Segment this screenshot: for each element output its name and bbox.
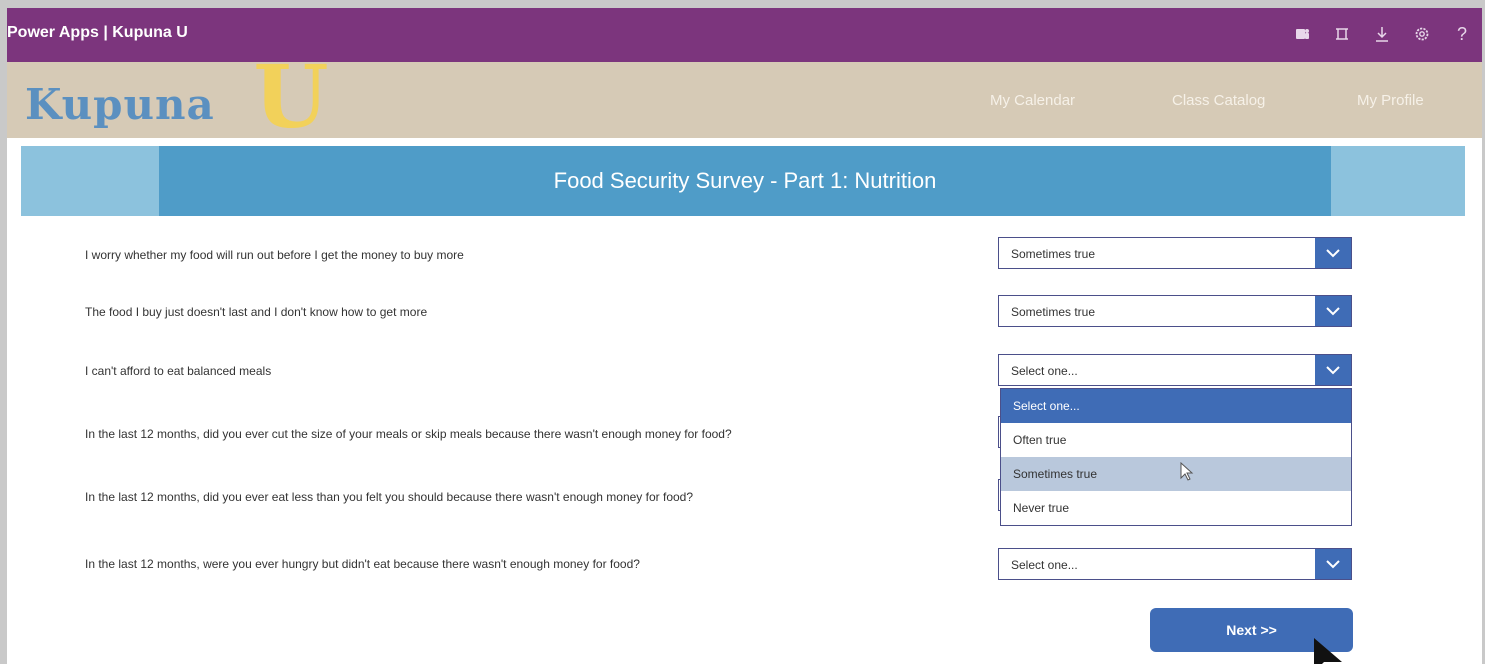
app-title: Power Apps | Kupuna U [7, 24, 188, 41]
question-6: In the last 12 months, were you ever hun… [85, 557, 640, 571]
app-header: U Kupuna My Calendar Class Catalog My Pr… [7, 55, 1482, 141]
question-3: I can't afford to eat balanced meals [85, 364, 272, 378]
question-5: In the last 12 months, did you ever eat … [85, 490, 694, 504]
nav-class-catalog[interactable]: Class Catalog [1172, 92, 1265, 109]
question-1: I worry whether my food will run out bef… [85, 248, 464, 262]
answer-select-2[interactable]: Sometimes true [998, 295, 1352, 327]
settings-icon[interactable] [1402, 20, 1442, 48]
dropdown-option[interactable]: Never true [1001, 491, 1351, 525]
select-value: Sometimes true [1011, 247, 1096, 261]
dropdown-option[interactable]: Often true [1001, 423, 1351, 457]
survey-banner: Food Security Survey - Part 1: Nutrition [21, 146, 1465, 216]
dropdown-option[interactable]: Sometimes true [1001, 457, 1351, 491]
help-icon[interactable]: ? [1442, 20, 1482, 48]
kupuna-u-logo: U Kupuna [25, 55, 345, 141]
logo-word: Kupuna [25, 80, 215, 129]
answer-select-1[interactable]: Sometimes true [998, 237, 1352, 269]
chevron-down-icon[interactable] [1315, 238, 1351, 268]
select-value: Sometimes true [1011, 305, 1096, 319]
chevron-down-icon[interactable] [1315, 355, 1351, 385]
answer-select-6[interactable]: Select one... [998, 548, 1352, 580]
chevron-down-icon[interactable] [1315, 296, 1351, 326]
answer-select-3[interactable]: Select one... [998, 354, 1352, 386]
topbar-icons: ? [1282, 20, 1482, 48]
logo-letter-u: U [253, 47, 329, 148]
powerapps-topbar: Power Apps | Kupuna U ? [7, 8, 1482, 62]
app-frame: Power Apps | Kupuna U ? U Kupuna My Cale… [7, 8, 1482, 664]
download-icon[interactable] [1362, 20, 1402, 48]
chevron-down-icon[interactable] [1315, 549, 1351, 579]
teams-icon[interactable] [1282, 20, 1322, 48]
fit-screen-icon[interactable] [1322, 20, 1362, 48]
question-2: The food I buy just doesn't last and I d… [85, 305, 428, 319]
cursor-arrow-icon [1312, 636, 1352, 664]
dropdown-option[interactable]: Select one... [1001, 389, 1351, 423]
answer-dropdown-list: Select one... Often true Sometimes true … [1000, 388, 1352, 526]
select-value: Select one... [1011, 364, 1078, 378]
nav-my-calendar[interactable]: My Calendar [990, 92, 1075, 109]
select-value: Select one... [1011, 558, 1078, 572]
mouse-pointer-icon [1180, 461, 1194, 487]
nav-my-profile[interactable]: My Profile [1357, 92, 1424, 109]
survey-title: Food Security Survey - Part 1: Nutrition [159, 146, 1331, 216]
question-4: In the last 12 months, did you ever cut … [85, 427, 732, 441]
